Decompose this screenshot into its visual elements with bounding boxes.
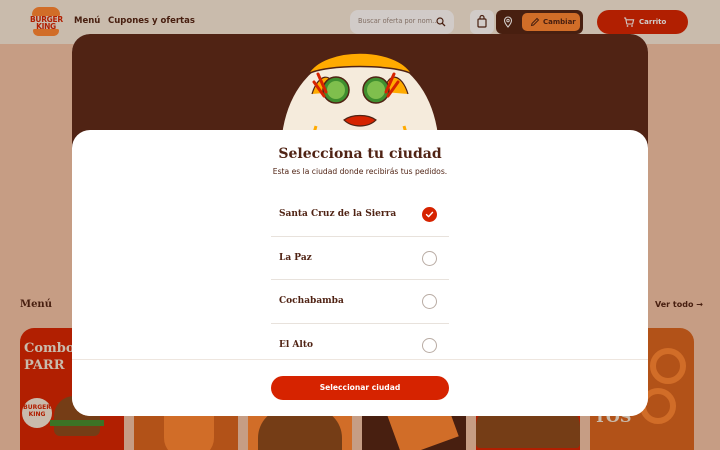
city-list: Santa Cruz de la Sierra La Paz Cochabamb… xyxy=(271,193,449,367)
checkmark-icon xyxy=(425,211,434,218)
city-option-el-alto[interactable]: El Alto xyxy=(271,324,449,368)
city-selection-modal: Selecciona tu ciudad Esta es la ciudad d… xyxy=(72,34,648,416)
modal-footer-divider xyxy=(72,359,648,360)
city-name: El Alto xyxy=(279,339,313,350)
city-option-santa-cruz[interactable]: Santa Cruz de la Sierra xyxy=(271,193,449,237)
modal-title: Selecciona tu ciudad xyxy=(278,146,442,162)
city-radio[interactable] xyxy=(422,250,437,266)
select-city-button[interactable]: Seleccionar ciudad xyxy=(271,376,449,400)
city-name: Santa Cruz de la Sierra xyxy=(279,209,397,219)
city-option-cochabamba[interactable]: Cochabamba xyxy=(271,280,449,324)
city-radio-selected[interactable] xyxy=(422,207,437,222)
city-radio[interactable] xyxy=(422,294,437,309)
city-name: La Paz xyxy=(279,252,312,263)
city-radio[interactable] xyxy=(422,337,437,353)
modal-subtitle: Esta es la ciudad donde recibirás tus pe… xyxy=(272,167,448,176)
city-option-la-paz[interactable]: La Paz xyxy=(271,237,449,280)
city-name: Cochabamba xyxy=(279,296,344,306)
